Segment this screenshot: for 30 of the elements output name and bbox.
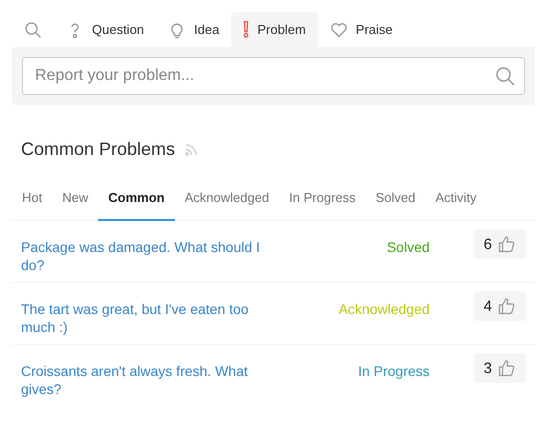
filter-tab[interactable]: Common <box>98 178 175 221</box>
heart-icon <box>330 20 348 38</box>
vote-button[interactable]: 6 <box>474 229 526 259</box>
search-icon[interactable] <box>495 66 515 86</box>
filter-tab[interactable]: Solved <box>366 178 426 221</box>
type-tab[interactable]: Question <box>54 12 156 47</box>
search-field[interactable]: Report your problem... <box>22 57 525 95</box>
vote-button[interactable]: 3 <box>474 353 526 383</box>
vote-button[interactable]: 4 <box>474 291 526 321</box>
exclamation-icon <box>243 21 250 38</box>
filter-tab[interactable]: Activity <box>425 178 487 221</box>
filter-tab[interactable]: Acknowledged <box>174 178 280 221</box>
type-tab[interactable]: Idea <box>156 12 232 47</box>
type-tab[interactable]: Problem <box>231 12 318 47</box>
topic-link[interactable]: Package was damaged. What should I do? <box>21 229 283 274</box>
filter-tab[interactable]: New <box>52 178 98 221</box>
topic-link[interactable]: The tart was great, but I've eaten too much :) <box>21 291 283 336</box>
status-label: Acknowledged <box>338 300 430 317</box>
rss-icon[interactable] <box>185 144 198 156</box>
filter-tab[interactable]: In Progress <box>279 178 366 221</box>
thumbs-up-icon <box>498 235 516 253</box>
status-label: Solved <box>386 238 430 255</box>
thumbs-up-icon <box>498 297 516 315</box>
status-label: In Progress <box>358 362 430 379</box>
topic-link[interactable]: Croissants aren't always fresh. What gives? <box>21 353 283 398</box>
section-title: Common Problems <box>21 139 176 160</box>
filter-tab[interactable]: Hot <box>12 178 52 221</box>
thumbs-up-icon <box>498 359 516 377</box>
search-icon <box>24 20 42 38</box>
type-tab[interactable]: Praise <box>318 12 405 47</box>
